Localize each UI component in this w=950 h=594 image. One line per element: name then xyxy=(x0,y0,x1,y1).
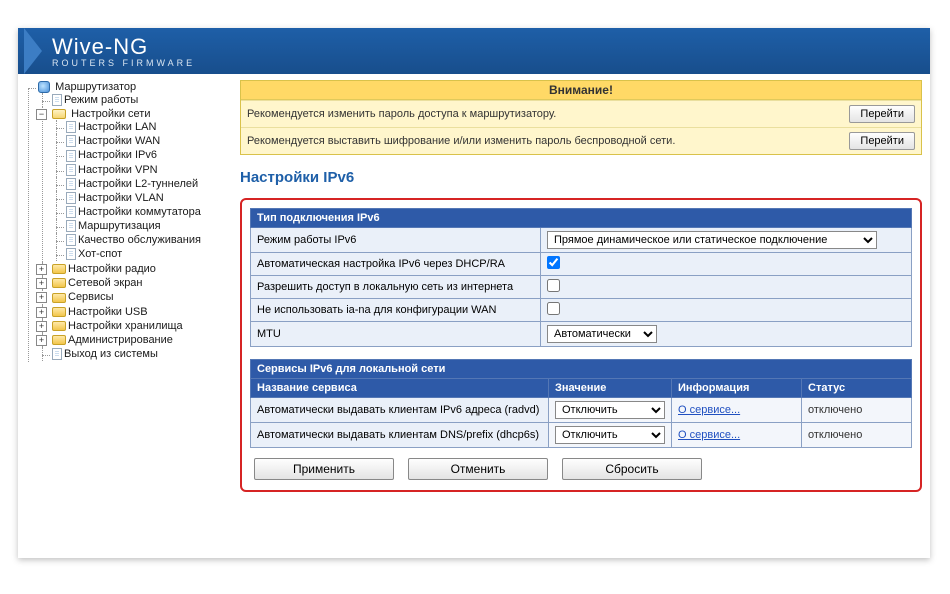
nav-services[interactable]: Сервисы xyxy=(68,292,114,304)
expand-icon[interactable]: + xyxy=(36,264,47,275)
page-icon xyxy=(66,121,76,133)
service-row: Автоматически выдавать клиентам DNS/pref… xyxy=(251,423,912,448)
service-status: отключено xyxy=(802,398,912,423)
nav-firewall[interactable]: Сетевой экран xyxy=(68,277,143,289)
nav-hotspot[interactable]: Хот-спот xyxy=(78,248,122,260)
service-info-link[interactable]: О сервисе... xyxy=(678,404,740,416)
service-row: Автоматически выдавать клиентам IPv6 адр… xyxy=(251,398,912,423)
expand-icon[interactable]: + xyxy=(36,292,47,303)
alert-go-button[interactable]: Перейти xyxy=(849,132,915,150)
sidebar: Маршрутизатор Режим работы − Настройки с… xyxy=(18,74,236,558)
page-icon xyxy=(66,150,76,162)
page-icon xyxy=(66,206,76,218)
alert-title: Внимание! xyxy=(241,81,921,100)
app-header: Wive-NG ROUTERS FIRMWARE xyxy=(18,28,930,74)
nav-logout[interactable]: Выход из системы xyxy=(64,348,158,360)
section-header: Тип подключения IPv6 xyxy=(251,209,912,228)
row-label: Автоматическая настройка IPv6 через DHCP… xyxy=(251,253,541,276)
section-header: Сервисы IPv6 для локальной сети xyxy=(251,360,912,379)
nav-switch[interactable]: Настройки коммутатора xyxy=(78,206,201,218)
page-icon xyxy=(52,94,62,106)
col-name: Название сервиса xyxy=(251,379,549,398)
nav-vpn[interactable]: Настройки VPN xyxy=(78,164,158,176)
folder-open-icon xyxy=(52,109,66,119)
page-icon xyxy=(66,192,76,204)
allow-internet-checkbox[interactable] xyxy=(547,279,560,292)
tree-root[interactable]: Маршрутизатор xyxy=(55,81,136,93)
folder-icon xyxy=(52,335,66,345)
nav-vlan[interactable]: Настройки VLAN xyxy=(78,192,164,204)
nav-usb[interactable]: Настройки USB xyxy=(68,306,148,318)
page-icon xyxy=(52,348,62,360)
brand-name: Wive-NG xyxy=(52,34,195,60)
nav-storage[interactable]: Настройки хранилища xyxy=(68,320,183,332)
expand-icon[interactable]: + xyxy=(36,335,47,346)
folder-icon xyxy=(52,307,66,317)
row-label: Не использовать ia-na для конфигурации W… xyxy=(251,299,541,322)
main-content: Внимание! Рекомендуется изменить пароль … xyxy=(236,74,930,558)
alert-row: Рекомендуется изменить пароль доступа к … xyxy=(241,100,921,127)
col-status: Статус xyxy=(802,379,912,398)
service-value-select[interactable]: Отключить xyxy=(555,401,665,419)
no-iana-checkbox[interactable] xyxy=(547,302,560,315)
col-value: Значение xyxy=(549,379,672,398)
alert-msg: Рекомендуется выставить шифрование и/или… xyxy=(247,135,675,147)
cancel-button[interactable]: Отменить xyxy=(408,458,548,480)
service-name: Автоматически выдавать клиентам IPv6 адр… xyxy=(251,398,549,423)
page-icon xyxy=(66,178,76,190)
nav-net-settings[interactable]: Настройки сети xyxy=(71,108,150,120)
folder-icon xyxy=(52,293,66,303)
service-name: Автоматически выдавать клиентам DNS/pref… xyxy=(251,423,549,448)
page-icon xyxy=(66,234,76,246)
ipv6-connection-table: Тип подключения IPv6 Режим работы IPv6 П… xyxy=(250,208,912,347)
folder-icon xyxy=(52,264,66,274)
col-info: Информация xyxy=(672,379,802,398)
brand-subtitle: ROUTERS FIRMWARE xyxy=(52,58,195,68)
service-status: отключено xyxy=(802,423,912,448)
highlighted-settings-area: Тип подключения IPv6 Режим работы IPv6 П… xyxy=(240,198,922,492)
nav-radio[interactable]: Настройки радио xyxy=(68,263,156,275)
router-icon xyxy=(38,81,50,93)
expand-icon[interactable]: + xyxy=(36,307,47,318)
dhcp-ra-checkbox[interactable] xyxy=(547,256,560,269)
alert-row: Рекомендуется выставить шифрование и/или… xyxy=(241,127,921,154)
alert-go-button[interactable]: Перейти xyxy=(849,105,915,123)
service-info-link[interactable]: О сервисе... xyxy=(678,429,740,441)
ipv6-services-table: Сервисы IPv6 для локальной сети Название… xyxy=(250,359,912,448)
page-title: Настройки IPv6 xyxy=(240,169,922,186)
action-button-row: Применить Отменить Сбросить xyxy=(250,458,912,480)
nav-lan[interactable]: Настройки LAN xyxy=(78,121,156,133)
row-label: Разрешить доступ в локальную сеть из инт… xyxy=(251,276,541,299)
page-icon xyxy=(66,164,76,176)
page-icon xyxy=(66,220,76,232)
reset-button[interactable]: Сбросить xyxy=(562,458,702,480)
nav-admin[interactable]: Администрирование xyxy=(68,334,173,346)
nav-ipv6[interactable]: Настройки IPv6 xyxy=(78,150,157,162)
service-value-select[interactable]: Отключить xyxy=(555,426,665,444)
row-label: Режим работы IPv6 xyxy=(251,228,541,253)
logo-triangle-icon xyxy=(24,28,42,74)
page-icon xyxy=(66,248,76,260)
nav-routing[interactable]: Маршрутизация xyxy=(78,220,161,232)
alert-msg: Рекомендуется изменить пароль доступа к … xyxy=(247,108,556,120)
alert-box: Внимание! Рекомендуется изменить пароль … xyxy=(240,80,922,155)
nav-wan[interactable]: Настройки WAN xyxy=(78,135,160,147)
ipv6-mode-select[interactable]: Прямое динамическое или статическое подк… xyxy=(547,231,877,249)
nav-l2[interactable]: Настройки L2-туннелей xyxy=(78,178,198,190)
nav-qos[interactable]: Качество обслуживания xyxy=(78,234,201,246)
folder-icon xyxy=(52,278,66,288)
brand-block: Wive-NG ROUTERS FIRMWARE xyxy=(52,34,195,68)
row-label: MTU xyxy=(251,322,541,347)
folder-icon xyxy=(52,321,66,331)
page-icon xyxy=(66,135,76,147)
apply-button[interactable]: Применить xyxy=(254,458,394,480)
mtu-select[interactable]: Автоматически xyxy=(547,325,657,343)
expand-icon[interactable]: + xyxy=(36,321,47,332)
collapse-icon[interactable]: − xyxy=(36,109,47,120)
expand-icon[interactable]: + xyxy=(36,278,47,289)
nav-mode[interactable]: Режим работы xyxy=(64,94,138,106)
